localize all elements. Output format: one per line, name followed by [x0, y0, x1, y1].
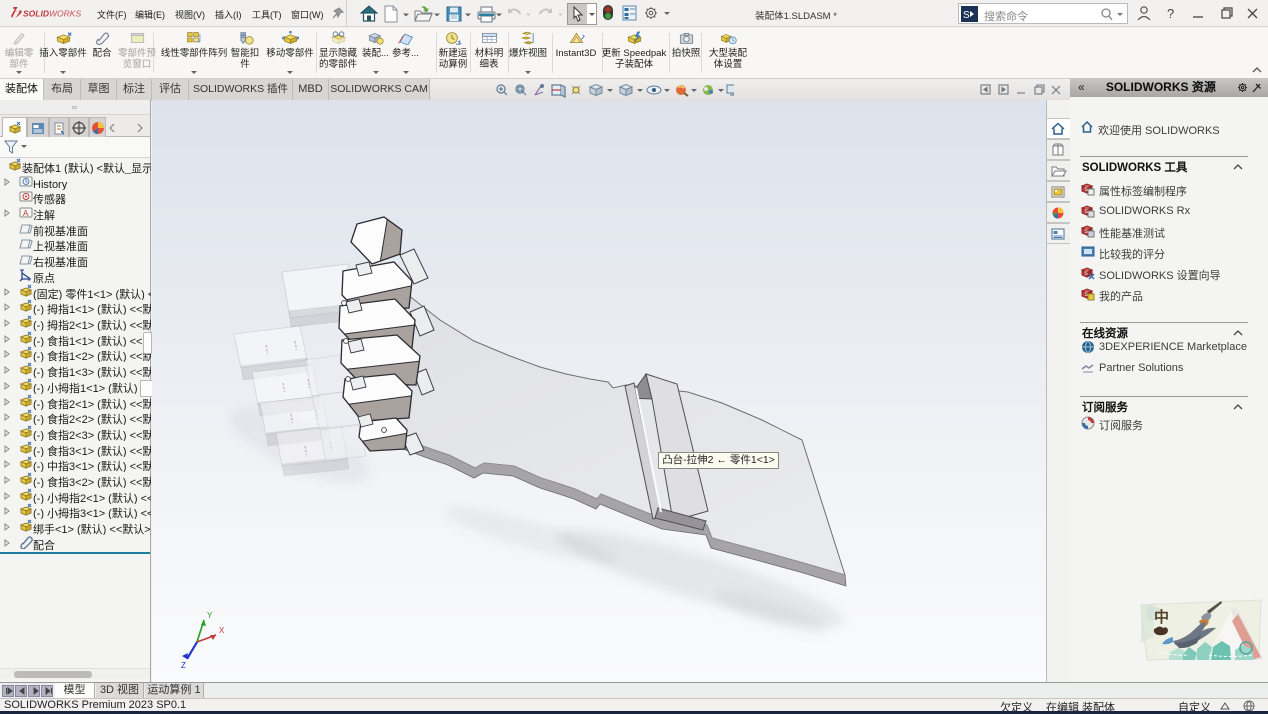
- svg-text:中: 中: [1154, 608, 1169, 626]
- svg-text:SOLID: SOLID: [23, 9, 49, 19]
- svg-text:Z: Z: [181, 661, 186, 670]
- svg-text:X: X: [219, 626, 225, 635]
- svg-text:A: A: [23, 209, 29, 218]
- svg-text:?: ?: [1167, 6, 1174, 21]
- svg-text:S: S: [963, 10, 970, 21]
- svg-text:WORKS: WORKS: [49, 9, 81, 19]
- svg-text:Y: Y: [207, 611, 213, 620]
